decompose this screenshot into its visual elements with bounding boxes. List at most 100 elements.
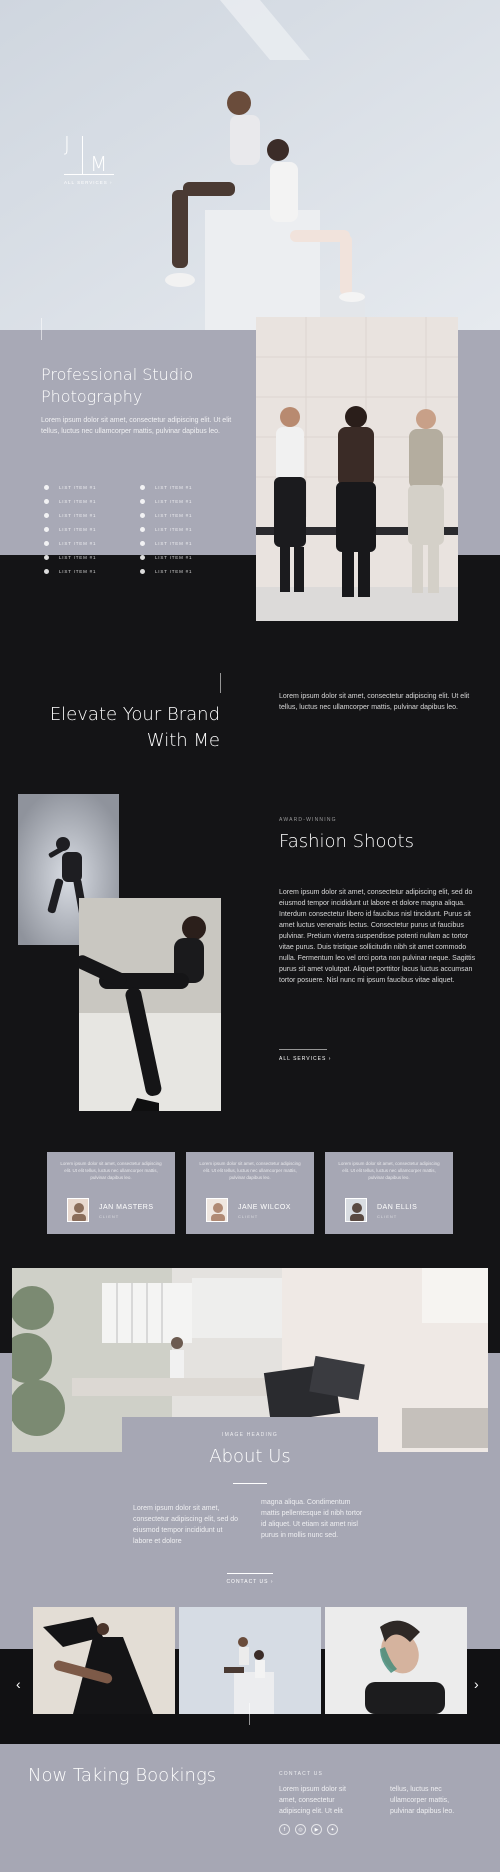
bullet-icon: [44, 527, 49, 532]
logo-divider-vertical: [82, 136, 83, 174]
bullet-icon: [44, 555, 49, 560]
list-item: LIST ITEM #1: [140, 527, 192, 532]
bookings-title: Now Taking Bookings: [28, 1765, 217, 1786]
social-links: f ◎ ▶ ✦: [279, 1824, 338, 1835]
avatar: [345, 1198, 367, 1222]
bullet-icon: [140, 569, 145, 574]
testimonial-card: Lorem ipsum dolor sit amet, consectetur …: [47, 1152, 175, 1234]
intro-title-line2: Photography: [41, 387, 143, 406]
elevate-accent-line: [220, 673, 221, 693]
list-item-label: LIST ITEM #1: [59, 527, 97, 532]
fashion-title: Fashion Shoots: [279, 831, 414, 852]
about-link[interactable]: CONTACT US ›: [0, 1579, 500, 1585]
bullet-icon: [44, 541, 49, 546]
elevate-text: Lorem ipsum dolor sit amet, consectetur …: [279, 693, 470, 711]
list-item-label: LIST ITEM #1: [155, 555, 193, 560]
list-item-label: LIST ITEM #1: [155, 499, 193, 504]
elevate-title-line2: With Me: [146, 730, 220, 751]
about-col2: magna aliqua. Condimentum mattis pellent…: [261, 1499, 363, 1539]
intro-title: Professional Studio Photography: [41, 364, 193, 408]
logo-link-label: ALL SERVICES: [64, 180, 108, 185]
about-link-divider: [227, 1573, 273, 1574]
list-item-label: LIST ITEM #1: [59, 499, 97, 504]
bullet-icon: [140, 527, 145, 532]
bullet-icon: [140, 555, 145, 560]
list-item: LIST ITEM #1: [44, 569, 96, 574]
fashion-link-label: ALL SERVICES: [279, 1056, 327, 1062]
chevron-right-icon: ›: [110, 180, 113, 185]
testimonial-role: CLIENT: [99, 1214, 120, 1219]
hero-section: J M ALL SERVICES ›: [0, 0, 500, 330]
bookings-col2: tellus, luctus nec ullamcorper mattis, p…: [390, 1786, 455, 1815]
bullet-icon: [140, 541, 145, 546]
testimonial-role: CLIENT: [238, 1214, 259, 1219]
bullet-icon: [44, 513, 49, 518]
logo-letter-m: M: [90, 152, 108, 176]
about-eyebrow: IMAGE HEADING: [222, 1432, 278, 1438]
testimonial-name: JAN MASTERS: [99, 1204, 154, 1211]
fashion-link[interactable]: ALL SERVICES ›: [279, 1056, 331, 1062]
list-item-label: LIST ITEM #1: [155, 569, 193, 574]
gallery-next-button[interactable]: ›: [474, 1676, 479, 1692]
list-item: LIST ITEM #1: [140, 541, 192, 546]
twitter-icon[interactable]: ✦: [327, 1824, 338, 1835]
bullet-icon: [140, 485, 145, 490]
list-item: LIST ITEM #1: [44, 527, 96, 532]
testimonial-quote: Lorem ipsum dolor sit amet, consectetur …: [199, 1161, 301, 1180]
testimonial-role: CLIENT: [377, 1214, 398, 1219]
gallery-prev-button[interactable]: ‹: [16, 1676, 21, 1692]
fashion-image-model: [79, 898, 221, 1111]
about-link-label: CONTACT US: [226, 1579, 269, 1585]
list-item: LIST ITEM #1: [44, 485, 96, 490]
bullet-icon: [44, 569, 49, 574]
testimonial-quote: Lorem ipsum dolor sit amet, consectetur …: [338, 1161, 440, 1180]
logo-link[interactable]: ALL SERVICES ›: [64, 180, 113, 185]
list-item-label: LIST ITEM #1: [59, 485, 97, 490]
bullet-icon: [140, 513, 145, 518]
gallery-image-2[interactable]: [179, 1607, 321, 1714]
about-title: About Us: [209, 1446, 291, 1467]
testimonial-name: JANE WILCOX: [238, 1204, 291, 1211]
list-item: LIST ITEM #1: [44, 555, 96, 560]
list-item-label: LIST ITEM #1: [59, 555, 97, 560]
list-item: LIST ITEM #1: [140, 555, 192, 560]
list-item-label: LIST ITEM #1: [155, 541, 193, 546]
avatar: [206, 1198, 228, 1222]
bookings-col1: Lorem ipsum dolor sit amet, consectetur …: [279, 1786, 346, 1815]
intro-accent-line: [41, 318, 42, 340]
bookings-eyebrow: CONTACT US: [279, 1771, 324, 1777]
testimonial-card: Lorem ipsum dolor sit amet, consectetur …: [325, 1152, 453, 1234]
logo-letter-j: J: [64, 132, 70, 156]
gallery-image-3[interactable]: [325, 1607, 467, 1714]
elevate-title: Elevate Your Brand With Me: [40, 702, 220, 754]
testimonial-name: DAN ELLIS: [377, 1204, 418, 1211]
logo[interactable]: J M ALL SERVICES ›: [64, 132, 118, 188]
list-item: LIST ITEM #1: [44, 513, 96, 518]
list-item-label: LIST ITEM #1: [59, 569, 97, 574]
about-divider: [233, 1483, 267, 1484]
list-item: LIST ITEM #1: [44, 499, 96, 504]
bullet-icon: [44, 485, 49, 490]
bookings-accent-line: [249, 1703, 250, 1725]
list-item-label: LIST ITEM #1: [59, 513, 97, 518]
intro-image-models: [256, 317, 458, 621]
facebook-icon[interactable]: f: [279, 1824, 290, 1835]
avatar: [67, 1198, 89, 1222]
bullet-icon: [44, 499, 49, 504]
chevron-right-icon: ›: [328, 1056, 332, 1062]
intro-title-line1: Professional Studio: [41, 365, 194, 384]
instagram-icon[interactable]: ◎: [295, 1824, 306, 1835]
intro-text: Lorem ipsum dolor sit amet, consectetur …: [41, 417, 232, 435]
list-item-label: LIST ITEM #1: [155, 527, 193, 532]
fashion-link-divider: [279, 1049, 327, 1050]
list-item: LIST ITEM #1: [140, 513, 192, 518]
about-col1: Lorem ipsum dolor sit amet, consectetur …: [133, 1505, 239, 1545]
youtube-icon[interactable]: ▶: [311, 1824, 322, 1835]
list-item-label: LIST ITEM #1: [59, 541, 97, 546]
list-item-label: LIST ITEM #1: [155, 513, 193, 518]
list-item: LIST ITEM #1: [44, 541, 96, 546]
testimonial-quote: Lorem ipsum dolor sit amet, consectetur …: [60, 1161, 162, 1180]
fashion-eyebrow: AWARD-WINNING: [279, 817, 337, 823]
elevate-title-line1: Elevate Your Brand: [49, 704, 220, 725]
gallery-image-1[interactable]: [33, 1607, 175, 1714]
